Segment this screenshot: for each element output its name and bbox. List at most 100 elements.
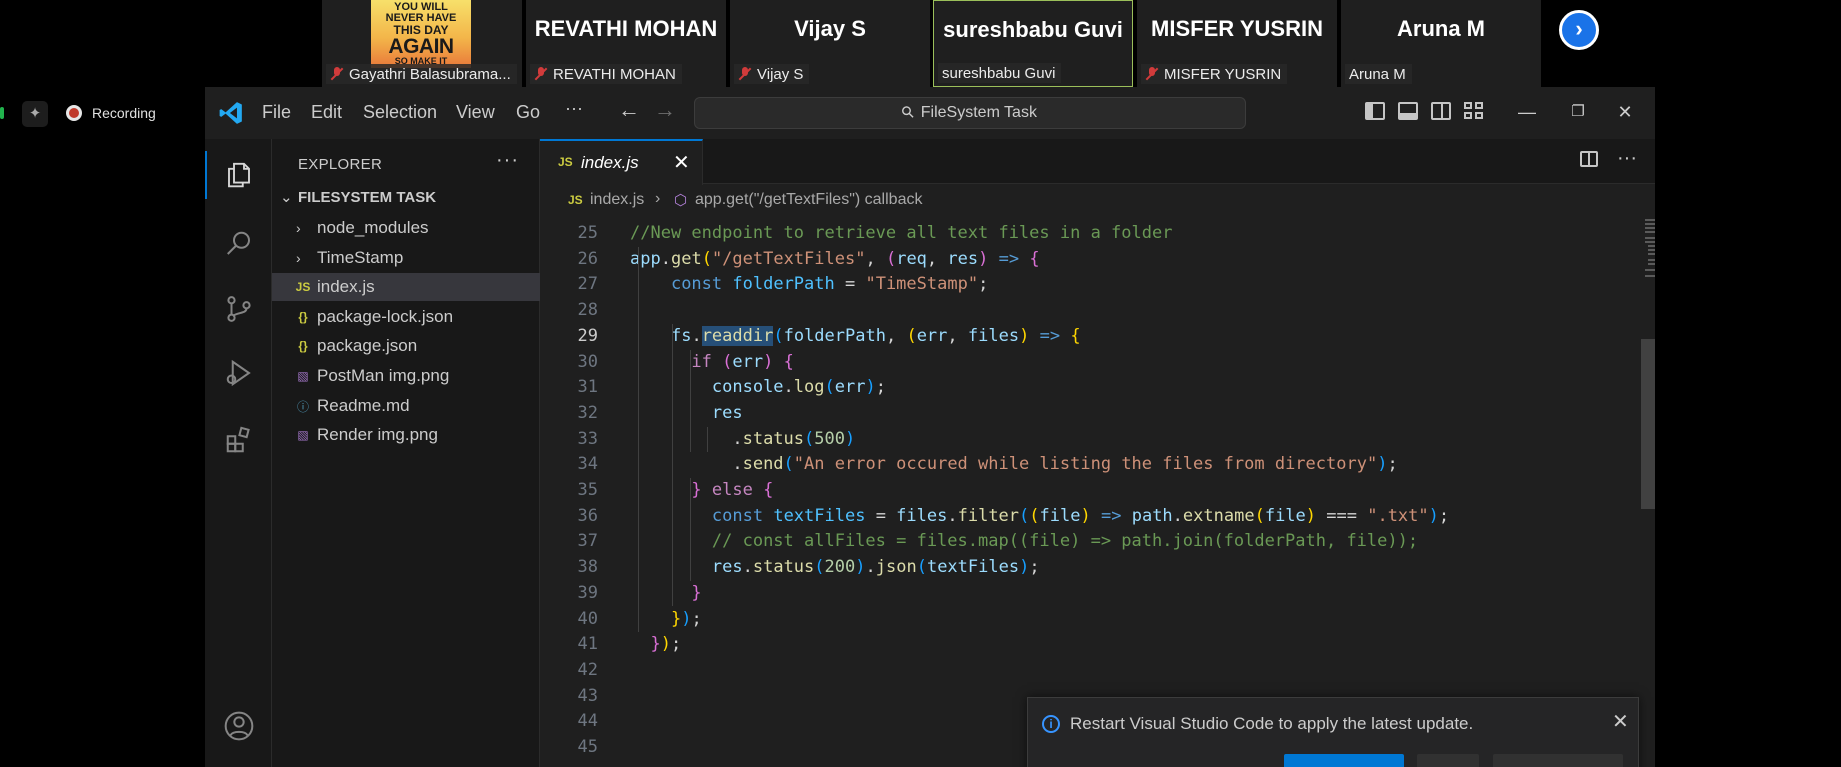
code-line[interactable]: 25 //New endpoint to retrieve all text fi… — [540, 221, 1630, 247]
update-notification: i Restart Visual Studio Code to apply th… — [1027, 697, 1639, 767]
code-token: send — [742, 454, 784, 475]
menu-selection[interactable]: Selection — [363, 102, 437, 123]
mic-muted-icon — [534, 67, 548, 81]
notification-close-icon[interactable]: ✕ — [1612, 709, 1629, 734]
breadcrumb-file[interactable]: index.js — [590, 191, 644, 209]
code-token: . — [1172, 505, 1183, 526]
js-file-icon: JS — [558, 155, 573, 169]
code-token: ( — [1019, 505, 1030, 526]
code-line[interactable]: 42 — [540, 658, 1630, 684]
code-token: ) — [763, 351, 774, 372]
code-text: } — [630, 581, 701, 607]
notification-tertiary-button[interactable] — [1493, 754, 1623, 767]
close-window-button[interactable]: ✕ — [1603, 97, 1647, 127]
run-debug-icon[interactable] — [217, 351, 261, 395]
tree-item-index-js[interactable]: JS index.js — [272, 273, 540, 301]
extensions-icon[interactable] — [217, 418, 261, 462]
mic-muted-icon — [738, 67, 752, 81]
code-line[interactable]: 29 fs.readdir(folderPath, (err, files) =… — [540, 324, 1630, 350]
minimize-button[interactable]: — — [1505, 97, 1549, 127]
restore-button[interactable]: ❐ — [1556, 97, 1600, 127]
tree-item-package-lock-json[interactable]: {} package-lock.json — [272, 303, 540, 331]
participant-tile[interactable]: YOU WILL NEVER HAVE THIS DAY AGAIN SO MA… — [322, 0, 522, 87]
vscode-logo-icon[interactable] — [218, 100, 244, 126]
participant-tile[interactable]: REVATHI MOHAN REVATHI MOHAN — [526, 0, 726, 87]
tree-item-package-json[interactable]: {} package.json — [272, 332, 540, 360]
code-line[interactable]: 34 .send("An error occured while listing… — [540, 452, 1630, 478]
record-icon[interactable] — [66, 105, 82, 121]
tree-item-label: Render img.png — [317, 425, 438, 444]
update-now-button[interactable] — [1284, 754, 1404, 767]
code-token: res — [711, 557, 743, 578]
next-participants-button[interactable]: › — [1559, 10, 1599, 50]
customize-layout-icon[interactable] — [1464, 102, 1484, 120]
code-editor[interactable]: 25 //New endpoint to retrieve all text fi… — [540, 215, 1630, 767]
participant-tile[interactable]: Aruna M Aruna M — [1341, 0, 1541, 87]
menu-edit[interactable]: Edit — [311, 102, 342, 123]
split-editor-icon[interactable] — [1580, 151, 1598, 167]
mic-muted-icon — [1145, 67, 1159, 81]
menu-view[interactable]: View — [456, 102, 495, 123]
explorer-icon[interactable] — [217, 153, 261, 197]
code-token: ( — [906, 325, 917, 346]
code-line[interactable]: 27 const folderPath = "TimeStamp"; — [540, 272, 1630, 298]
toggle-primary-sidebar-icon[interactable] — [1365, 102, 1385, 120]
code-line[interactable]: 35 } else { — [540, 478, 1630, 504]
info-icon: i — [1042, 715, 1060, 733]
tree-item-node-modules[interactable]: › node_modules — [272, 214, 540, 242]
tab-close-icon[interactable]: ✕ — [673, 150, 690, 175]
code-line[interactable]: 26 app.get("/getTextFiles", (req, res) =>… — [540, 247, 1630, 273]
tree-item-render-img[interactable]: ▧ Render img.png — [272, 421, 540, 449]
code-line[interactable]: 33 .status(500) — [540, 427, 1630, 453]
notification-secondary-button[interactable] — [1417, 754, 1479, 767]
sparkle-icon[interactable]: ✦ — [22, 101, 48, 127]
participant-tile[interactable]: MISFER YUSRIN MISFER YUSRIN — [1137, 0, 1337, 87]
toggle-secondary-sidebar-icon[interactable] — [1431, 102, 1451, 120]
code-line[interactable]: 32 res — [540, 401, 1630, 427]
minimap[interactable] — [1640, 215, 1655, 305]
participant-display-name: MISFER YUSRIN — [1151, 16, 1323, 41]
code-line[interactable]: 38 res.status(200).json(textFiles); — [540, 555, 1630, 581]
editor-more-actions-icon[interactable]: ··· — [1617, 147, 1637, 170]
sparkle-glyph: ✦ — [28, 105, 42, 122]
workspace-folder-name: FILESYSTEM TASK — [298, 189, 437, 206]
code-token: . — [691, 325, 702, 346]
vscode-window: File Edit Selection View Go ··· ← → ⚲ Fil… — [205, 87, 1655, 767]
participant-name-label: sureshbabu Guvi — [938, 63, 1062, 83]
accounts-icon[interactable] — [217, 704, 261, 748]
explorer-more-icon[interactable]: ··· — [496, 149, 519, 172]
code-line[interactable]: 39 } — [540, 581, 1630, 607]
code-token: else — [711, 480, 753, 500]
breadcrumb-symbol[interactable]: app.get("/getTextFiles") callback — [695, 191, 922, 209]
tab-index-js[interactable]: JS index.js ✕ — [540, 139, 703, 185]
workspace-folder-header[interactable]: ⌄ FILESYSTEM TASK — [280, 188, 436, 206]
back-arrow-icon[interactable]: ← — [618, 97, 640, 123]
code-line[interactable]: 37 // const allFiles = files.map((file) … — [540, 529, 1630, 555]
code-line[interactable]: 28 — [540, 298, 1630, 324]
code-line[interactable]: 36 const textFiles = files.filter((file)… — [540, 504, 1630, 530]
code-token: , — [947, 325, 968, 346]
menu-more-icon[interactable]: ··· — [565, 98, 583, 119]
indent-guide — [690, 349, 691, 453]
command-center-search[interactable]: ⚲ FileSystem Task — [694, 97, 1246, 129]
code-line[interactable]: 41 }); — [540, 632, 1630, 658]
tree-item-postman-img[interactable]: ▧ PostMan img.png — [272, 362, 540, 390]
source-control-icon[interactable] — [217, 287, 261, 331]
tree-item-timestamp[interactable]: › TimeStamp — [272, 244, 540, 272]
code-line[interactable]: 30 if (err) { — [540, 350, 1630, 376]
participant-tile[interactable]: Vijay S Vijay S — [730, 0, 930, 87]
search-sidebar-icon[interactable] — [217, 222, 261, 266]
code-text: if (err) { — [630, 350, 793, 376]
code-line[interactable]: 40 }); — [540, 607, 1630, 633]
code-line[interactable]: 31 console.log(err); — [540, 375, 1630, 401]
forward-arrow-icon[interactable]: → — [654, 97, 676, 123]
menu-go[interactable]: Go — [516, 102, 540, 123]
tree-item-readme[interactable]: ⓘ Readme.md — [272, 392, 540, 420]
toggle-panel-icon[interactable] — [1398, 102, 1418, 120]
editor-scrollbar[interactable] — [1641, 339, 1655, 509]
code-token: folderPath — [732, 274, 835, 295]
menu-file[interactable]: File — [262, 102, 291, 123]
participant-tile-speaking[interactable]: sureshbabu Guvi sureshbabu Guvi — [933, 0, 1133, 87]
code-token: req — [896, 248, 927, 269]
